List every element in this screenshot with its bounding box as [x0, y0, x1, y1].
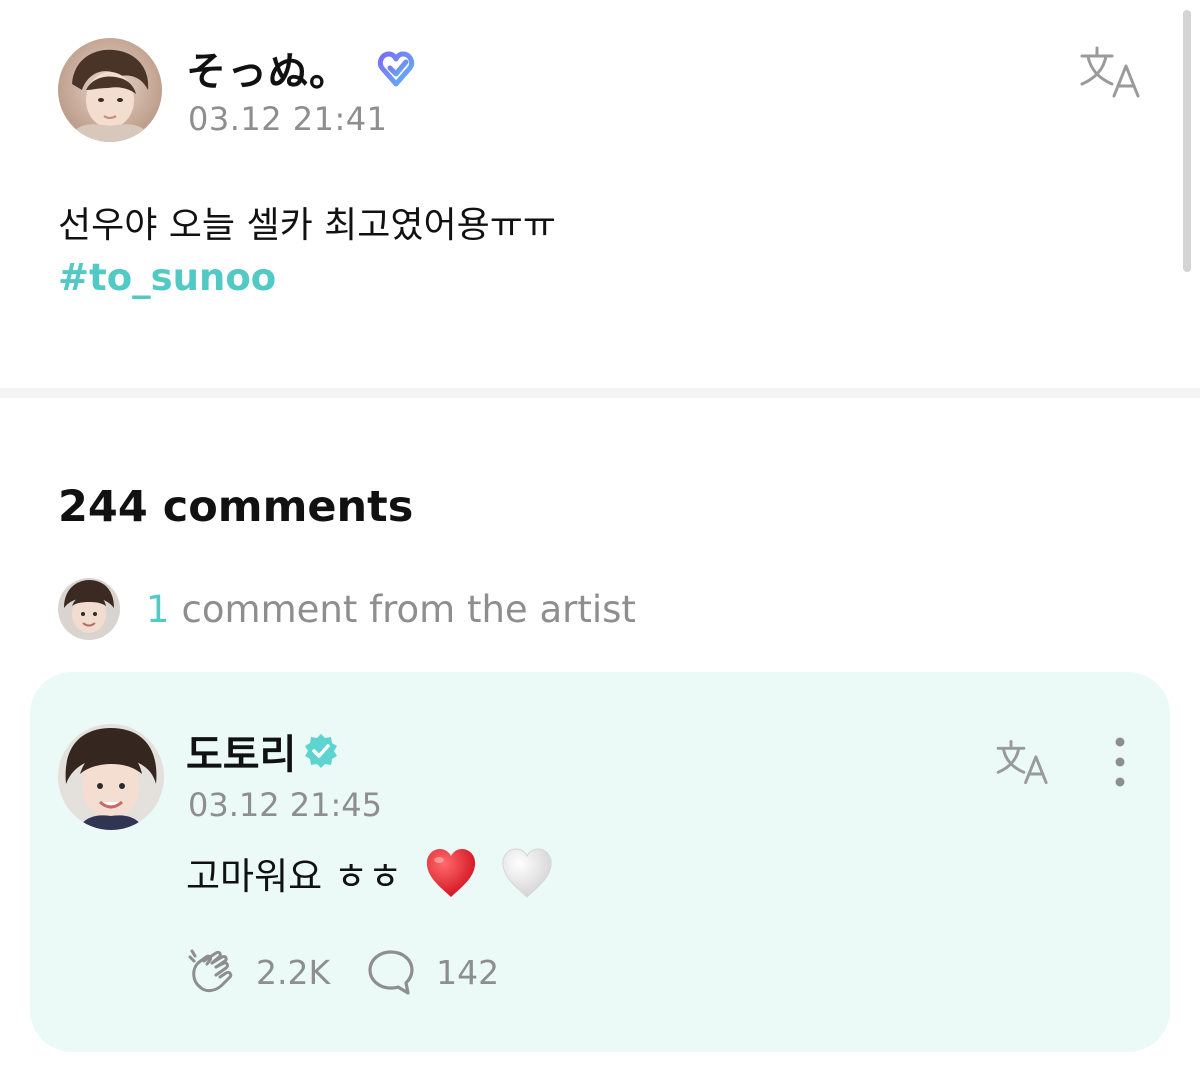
artist-comment-text: 고마워요 ㅎㅎ	[186, 855, 403, 898]
translate-icon[interactable]	[1078, 44, 1144, 100]
artist-comment-summary[interactable]: 1 comment from the artist	[58, 578, 636, 640]
artist-mini-avatar	[58, 578, 120, 640]
more-options-icon[interactable]	[1104, 736, 1136, 788]
artist-comment-timestamp: 03.12 21:45	[188, 786, 382, 824]
scrollbar-thumb[interactable]	[1183, 10, 1191, 272]
red-heart-icon	[424, 847, 478, 899]
membership-badge-icon	[376, 48, 416, 88]
comments-count-heading: 244 comments	[58, 482, 414, 532]
reply-icon[interactable]	[366, 947, 416, 997]
replies-count: 142	[436, 952, 500, 992]
post-hashtag-link[interactable]: #to_sunoo	[58, 256, 276, 299]
post-author-row: そっぬ。	[186, 38, 416, 98]
comment-translate-icon[interactable]	[994, 738, 1052, 786]
cheer-like-icon[interactable]	[186, 947, 236, 997]
artist-name[interactable]: 도토리	[186, 722, 296, 780]
artist-comment-label: comment from the artist	[181, 587, 636, 631]
artist-avatar[interactable]	[58, 724, 164, 830]
post-author-avatar[interactable]	[58, 38, 162, 142]
weverse-post-screen: そっぬ。 03.12 21:41 선우야 오늘 셀카 최고였어용ㅠㅠ #to_s…	[0, 0, 1200, 1083]
likes-count: 2.2K	[256, 952, 331, 992]
white-heart-icon	[500, 847, 554, 899]
verified-badge-icon	[302, 732, 340, 770]
artist-comment-count: 1	[146, 587, 170, 631]
post-author-name[interactable]: そっぬ。	[186, 39, 350, 97]
artist-comment-actions: 2.2K 142	[186, 944, 499, 1000]
post-timestamp: 03.12 21:41	[188, 100, 388, 138]
artist-comment-body: 고마워요 ㅎㅎ	[186, 842, 554, 904]
section-divider	[0, 388, 1200, 398]
post-body-text: 선우야 오늘 셀카 최고였어용ㅠㅠ	[58, 205, 557, 246]
artist-comment-author-row: 도토리	[186, 722, 340, 780]
